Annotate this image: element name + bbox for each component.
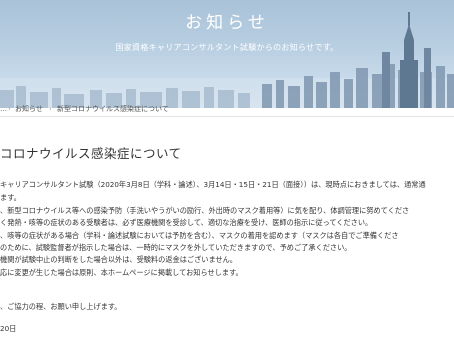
article-line: 、新型コロナウイルス等への感染予防（手洗いやうがいの励行、外出時のマスク着用等）… bbox=[0, 206, 410, 215]
article-line: 応に変更が生じた場合は原則、本ホームページに掲載してお知らせします。 bbox=[0, 268, 243, 277]
page-subtitle: 国家資格キャリアコンサルタント試験からのお知らせです。 bbox=[115, 43, 339, 52]
page-title: お知らせ bbox=[185, 13, 269, 33]
breadcrumb-current: 新型コロナウイルス感染症について bbox=[57, 105, 169, 113]
article-line: キャリアコンサルタント試験（2020年3月8日（学科・論述）、3月14日・15日… bbox=[0, 180, 426, 189]
article-line: 、咳等の症状がある場合（学科・論述試験においては予防を含む）、マスクの着用を認め… bbox=[0, 231, 399, 240]
article-date: 20日 bbox=[0, 324, 17, 333]
article-line: く発熱・咳等の症状のある受験者は、必ず医療機関を受診して、適切な治療を受け、医師… bbox=[0, 218, 373, 227]
article-title: コロナウイルス感染症について bbox=[0, 146, 182, 161]
breadcrumb-separator-icon: › bbox=[49, 105, 52, 113]
hero-banner: お知らせ 国家資格キャリアコンサルタント試験からのお知らせです。 bbox=[0, 0, 454, 108]
breadcrumb-separator-icon: › bbox=[8, 105, 11, 113]
breadcrumb: … › お知らせ › 新型コロナウイルス感染症について bbox=[0, 102, 454, 116]
divider bbox=[0, 116, 454, 117]
article-line: ます。 bbox=[0, 193, 21, 202]
article-line: のために、試験監督者が指示した場合は、一時的にマスクを外していただきますので、予… bbox=[0, 243, 352, 252]
breadcrumb-home-link[interactable]: … bbox=[0, 105, 7, 113]
breadcrumb-news-link[interactable]: お知らせ bbox=[15, 104, 43, 114]
article-line: 機関が試験中止の判断をした場合以外は、受験料の返金はございません。 bbox=[0, 255, 237, 264]
article-line: 、ご協力の程、お願い申し上げます。 bbox=[0, 302, 122, 311]
